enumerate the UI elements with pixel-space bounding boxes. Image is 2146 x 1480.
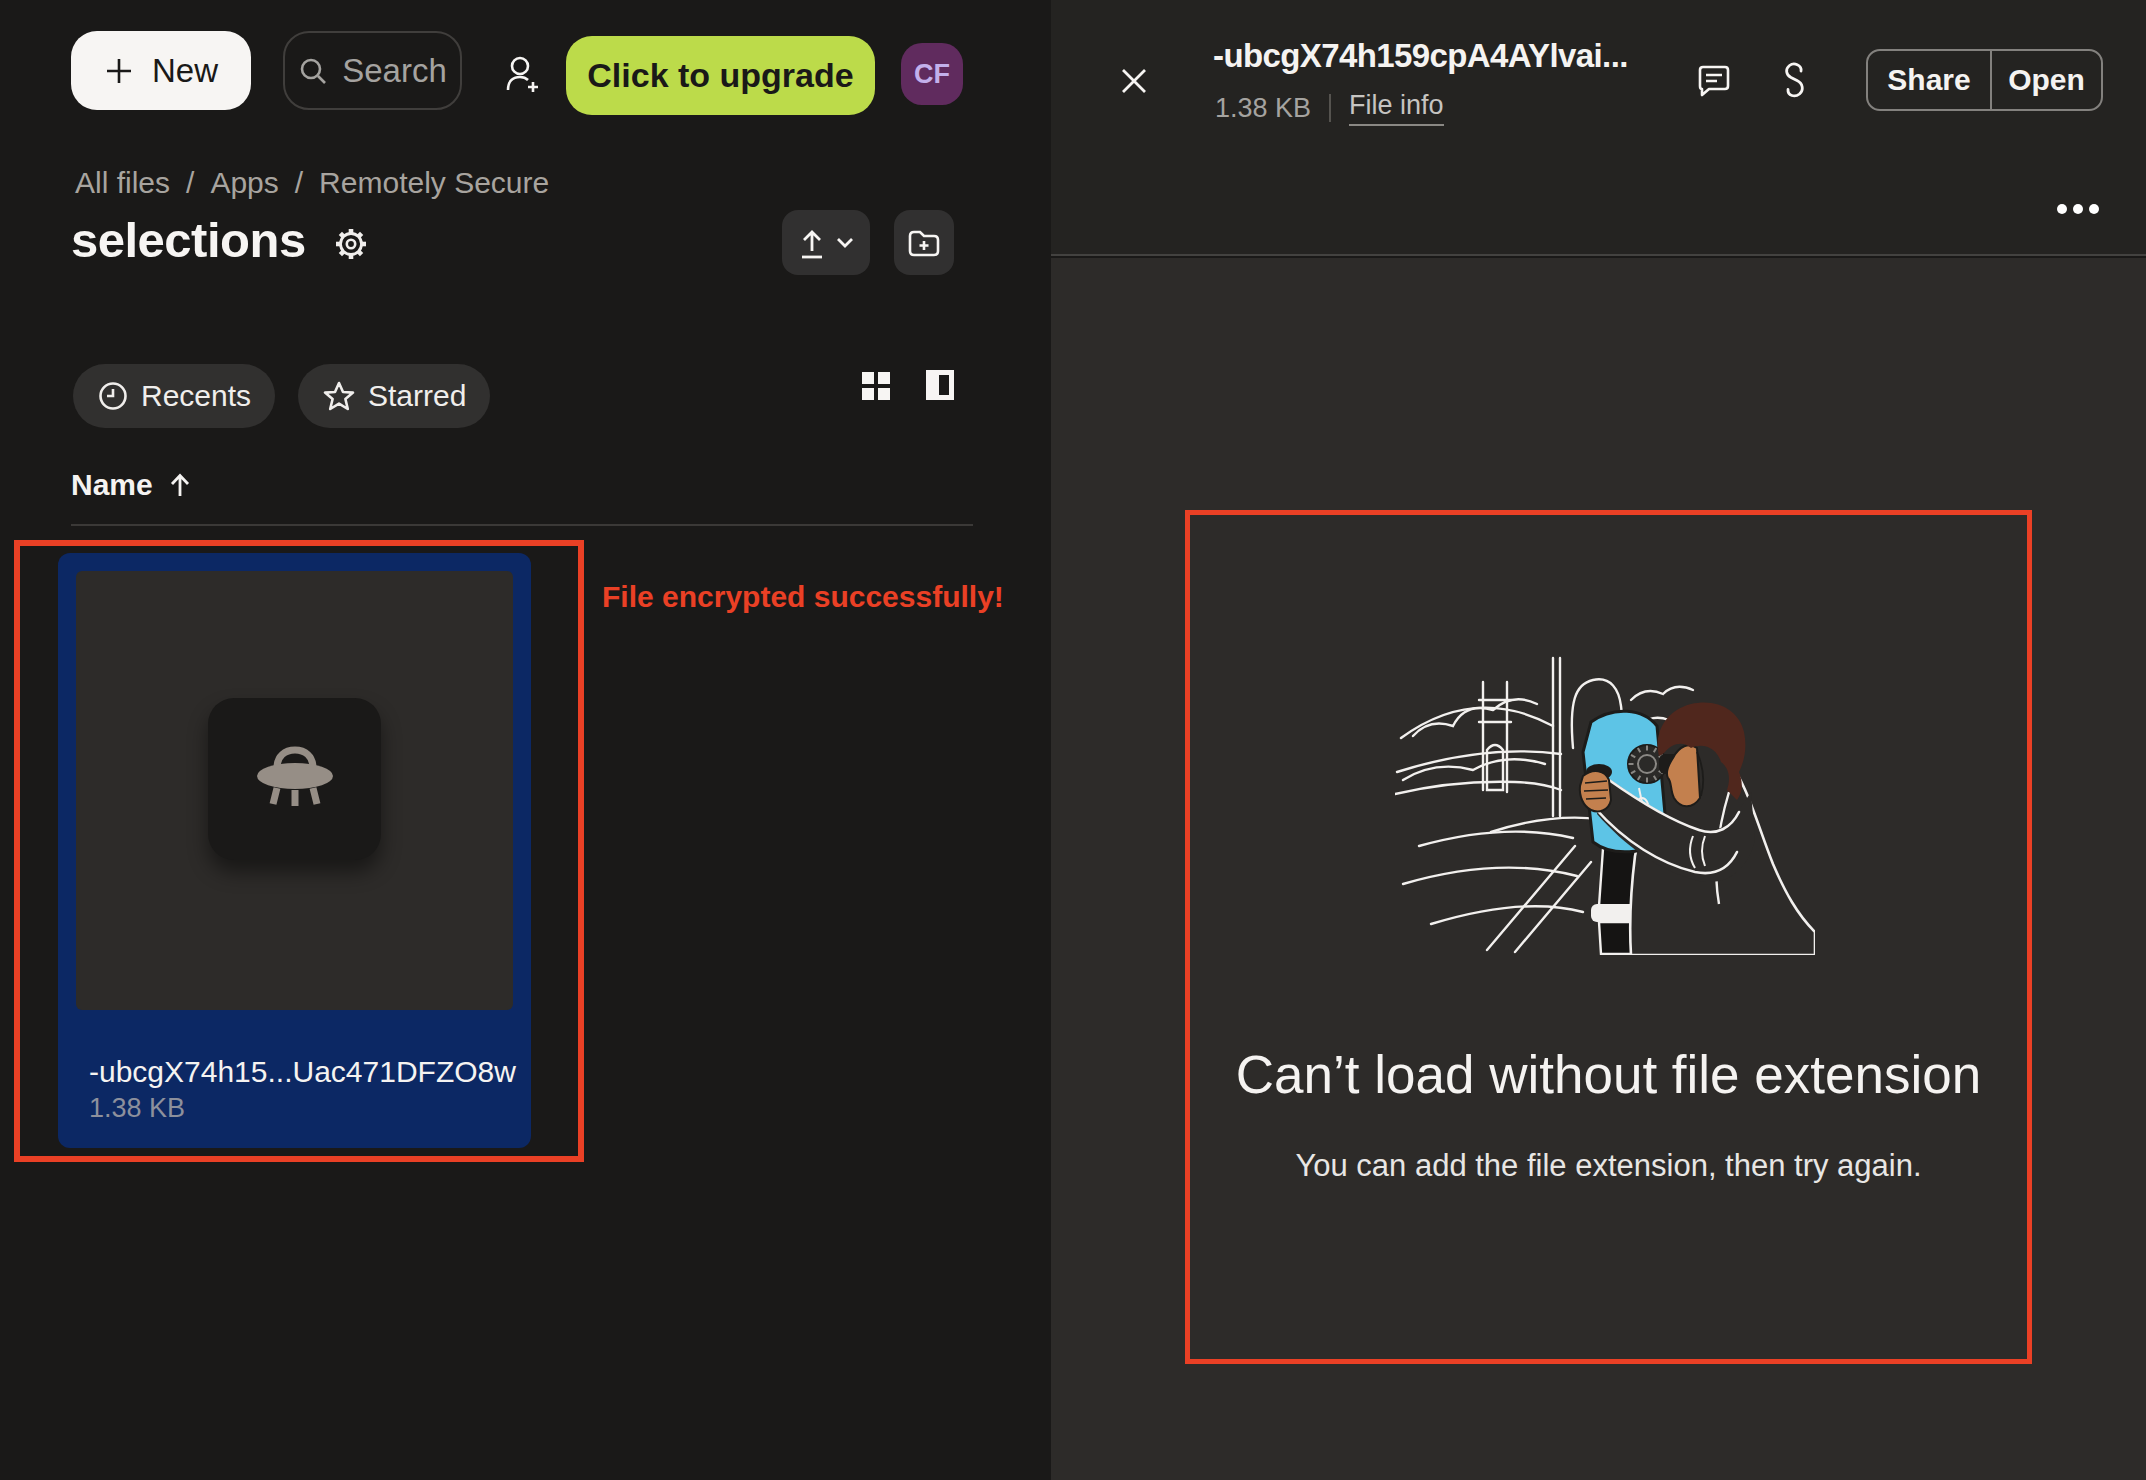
error-title: Can’t load without file extension bbox=[1185, 1044, 2032, 1105]
share-label: Share bbox=[1887, 63, 1970, 97]
close-icon[interactable] bbox=[1120, 67, 1148, 95]
preview-file-size: 1.38 KB bbox=[1215, 93, 1311, 124]
upgrade-button[interactable]: Click to upgrade bbox=[566, 36, 875, 115]
new-button-label: New bbox=[152, 52, 218, 90]
file-info-link[interactable]: File info bbox=[1349, 90, 1444, 126]
annotation-text: File encrypted successfully! bbox=[602, 580, 1004, 614]
meta-divider bbox=[1329, 94, 1331, 122]
ufo-icon bbox=[247, 742, 343, 816]
breadcrumb-separator: / bbox=[295, 166, 303, 200]
grid-view-icon[interactable] bbox=[862, 372, 890, 400]
breadcrumb-remotely-secure[interactable]: Remotely Secure bbox=[319, 166, 549, 200]
page-title: selections bbox=[71, 212, 306, 268]
upgrade-button-label: Click to upgrade bbox=[587, 56, 853, 95]
open-label: Open bbox=[2008, 63, 2085, 97]
breadcrumb-all-files[interactable]: All files bbox=[75, 166, 170, 200]
avatar-initials: CF bbox=[914, 59, 950, 90]
star-icon bbox=[322, 380, 356, 412]
search-button-label: Search bbox=[342, 52, 447, 90]
name-column-label: Name bbox=[71, 468, 153, 502]
clock-icon bbox=[97, 380, 129, 412]
plus-icon bbox=[104, 56, 134, 86]
new-folder-button[interactable] bbox=[894, 210, 954, 275]
open-button[interactable]: Open bbox=[1992, 51, 2101, 109]
upload-icon bbox=[797, 227, 827, 259]
more-options-button[interactable] bbox=[2057, 196, 2103, 222]
avatar[interactable]: CF bbox=[901, 43, 963, 105]
file-thumbnail bbox=[76, 571, 513, 1010]
recents-filter-chip[interactable]: Recents bbox=[73, 364, 275, 428]
breadcrumb: All files / Apps / Remotely Secure bbox=[75, 166, 549, 200]
details-panel-icon[interactable] bbox=[926, 370, 954, 400]
preview-meta: 1.38 KB File info bbox=[1215, 90, 1444, 126]
file-card[interactable]: -ubcgX74h15...Uac471DFZO8w 1.38 KB bbox=[58, 553, 531, 1148]
starred-filter-chip[interactable]: Starred bbox=[298, 364, 490, 428]
share-button[interactable]: Share bbox=[1868, 51, 1992, 109]
chevron-down-icon bbox=[835, 236, 855, 250]
upload-button[interactable] bbox=[782, 210, 870, 275]
add-person-icon[interactable] bbox=[503, 54, 543, 96]
breadcrumb-apps[interactable]: Apps bbox=[210, 166, 278, 200]
comment-icon[interactable] bbox=[1696, 64, 1732, 98]
search-button[interactable]: Search bbox=[283, 31, 462, 110]
link-icon[interactable] bbox=[1778, 61, 1812, 101]
name-column-header[interactable]: Name bbox=[71, 468, 191, 502]
viewfinder-illustration bbox=[1395, 640, 1815, 955]
file-name: -ubcgX74h15...Uac471DFZO8w bbox=[89, 1055, 516, 1089]
file-type-tile bbox=[208, 698, 381, 860]
error-subtitle: You can add the file extension, then try… bbox=[1185, 1148, 2032, 1184]
new-button[interactable]: New bbox=[71, 31, 251, 110]
list-divider bbox=[71, 524, 973, 526]
starred-label: Starred bbox=[368, 379, 466, 413]
file-size: 1.38 KB bbox=[89, 1093, 185, 1124]
breadcrumb-separator: / bbox=[186, 166, 194, 200]
search-icon bbox=[298, 56, 328, 86]
sort-ascending-arrow bbox=[169, 472, 191, 498]
settings-gear-icon[interactable] bbox=[333, 226, 369, 262]
folder-plus-icon bbox=[907, 228, 941, 258]
recents-label: Recents bbox=[141, 379, 251, 413]
share-open-group: Share Open bbox=[1866, 49, 2103, 111]
preview-filename: -ubcgX74h159cpA4AYlvai... bbox=[1213, 37, 1628, 75]
